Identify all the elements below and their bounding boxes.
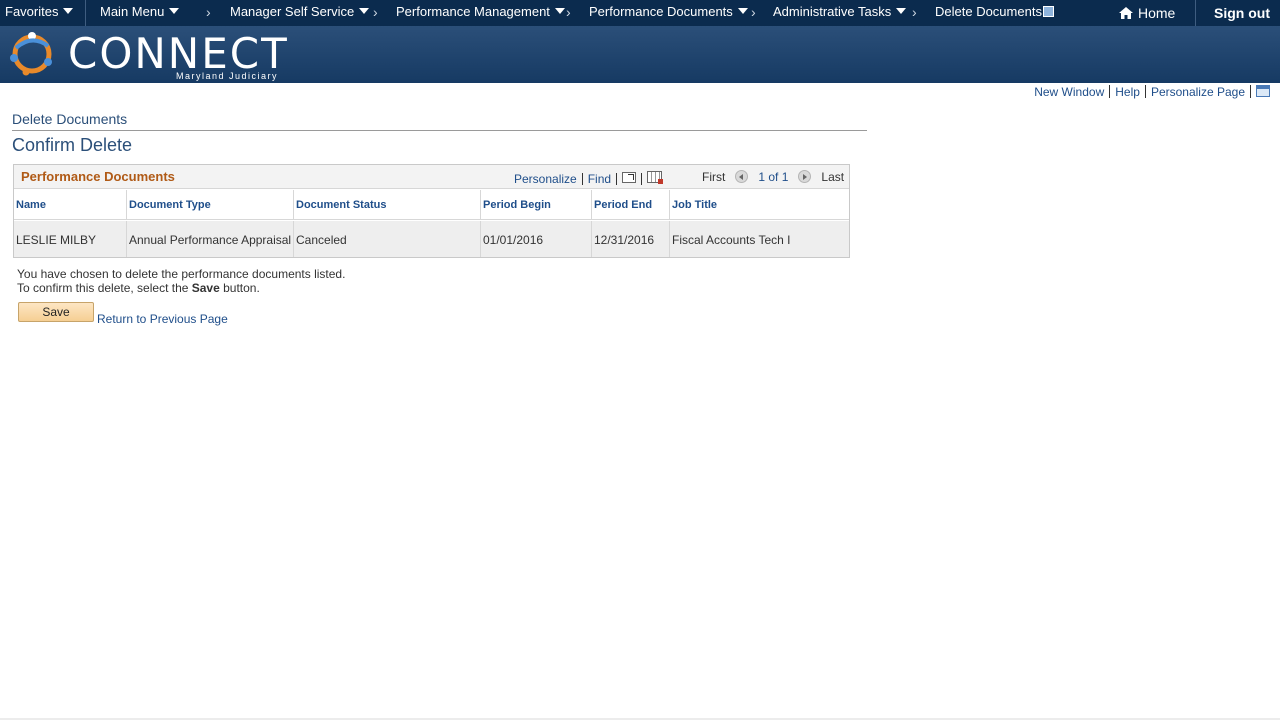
nav-favorites-label: Favorites (5, 4, 59, 19)
download-icon[interactable] (647, 171, 664, 184)
chevron-down-icon (737, 8, 748, 14)
new-window-link[interactable]: New Window (1034, 85, 1104, 99)
nav-performance-documents-label: Performance Documents (589, 4, 733, 19)
page-title: Confirm Delete (12, 135, 133, 155)
breadcrumb-separator-icon: › (751, 4, 756, 20)
cell-document-type: Annual Performance Appraisal (127, 221, 294, 257)
column-header-job-title[interactable]: Job Title (670, 190, 849, 220)
cell-name: LESLIE MILBY (14, 221, 127, 257)
connect-logo-icon (10, 32, 52, 76)
return-to-previous-page-link[interactable]: Return to Previous Page (97, 312, 228, 326)
column-header-name[interactable]: Name (14, 190, 127, 220)
cell-document-status: Canceled (294, 221, 481, 257)
grid-header: Performance Documents Personalize Find Fi… (14, 165, 849, 189)
message-line-1: You have chosen to delete the performanc… (17, 267, 346, 281)
tool-divider (641, 173, 643, 185)
home-icon (1119, 7, 1133, 19)
nav-main-menu-label: Main Menu (100, 4, 165, 19)
view-all-icon[interactable] (622, 172, 637, 183)
chevron-down-icon (554, 8, 565, 14)
link-divider (1144, 85, 1146, 98)
row-count: 1 of 1 (758, 170, 789, 184)
nav-manager-self-service[interactable]: Manager Self Service (230, 4, 370, 19)
personalize-link[interactable]: Personalize (514, 172, 577, 186)
cell-period-end: 12/31/2016 (592, 221, 670, 257)
column-header-period-end[interactable]: Period End (592, 190, 670, 220)
previous-icon[interactable] (735, 170, 749, 183)
breadcrumb-separator-icon: › (206, 4, 211, 20)
breadcrumb-separator-icon: › (373, 4, 378, 20)
header-banner: CONNECT Maryland Judiciary (0, 26, 1280, 83)
tool-divider (581, 173, 583, 185)
nav-favorites[interactable]: Favorites (5, 4, 74, 19)
cell-period-begin: 01/01/2016 (481, 221, 592, 257)
grid-title: Performance Documents (21, 169, 175, 184)
chevron-down-icon (63, 8, 74, 14)
nav-administrative-tasks[interactable]: Administrative Tasks (773, 4, 907, 19)
chevron-down-icon (169, 8, 180, 14)
help-link[interactable]: Help (1115, 85, 1140, 99)
personalize-page-link[interactable]: Personalize Page (1151, 85, 1245, 99)
page-icon (1042, 6, 1054, 17)
tool-divider (616, 173, 618, 185)
nav-divider (1195, 0, 1196, 26)
performance-documents-grid: Performance Documents Personalize Find Fi… (13, 164, 850, 258)
grid-pagination: First 1 of 1 Last (702, 170, 844, 184)
grid-toolbar: Personalize Find (514, 171, 664, 186)
nav-administrative-tasks-label: Administrative Tasks (773, 4, 892, 19)
last-link[interactable]: Last (821, 170, 844, 184)
save-button[interactable]: Save (18, 302, 94, 322)
find-link[interactable]: Find (588, 172, 611, 186)
home-label: Home (1138, 5, 1176, 21)
next-icon[interactable] (798, 170, 812, 183)
confirmation-message: You have chosen to delete the performanc… (17, 267, 345, 295)
nav-performance-documents[interactable]: Performance Documents (589, 4, 748, 19)
column-header-period-begin[interactable]: Period Begin (481, 190, 592, 220)
home-link[interactable]: Home (1118, 5, 1175, 21)
nav-performance-management[interactable]: Performance Management (396, 4, 565, 19)
column-header-document-status[interactable]: Document Status (294, 190, 481, 220)
nav-delete-documents[interactable]: Delete Documents (935, 4, 1054, 19)
message-save-emphasis: Save (191, 281, 220, 295)
page-layout-icon[interactable] (1256, 85, 1270, 97)
column-header-document-type[interactable]: Document Type (127, 190, 294, 220)
logo-subtitle: Maryland Judiciary (176, 71, 279, 81)
first-link[interactable]: First (702, 170, 725, 184)
nav-divider (85, 0, 86, 26)
nav-main-menu[interactable]: Main Menu (100, 4, 180, 19)
component-title: Delete Documents (12, 111, 128, 127)
nav-manager-self-service-label: Manager Self Service (230, 4, 355, 19)
chevron-down-icon (896, 8, 907, 14)
breadcrumb-separator-icon: › (912, 4, 917, 20)
link-divider (1109, 85, 1111, 98)
top-navigation-bar: Favorites Main Menu › Manager Self Servi… (0, 0, 1280, 26)
message-line-2-post: button. (219, 281, 260, 295)
nav-delete-documents-label: Delete Documents (935, 4, 1042, 19)
breadcrumb-separator-icon: › (566, 4, 571, 20)
cell-job-title: Fiscal Accounts Tech I (670, 221, 849, 257)
message-line-2-pre: To confirm this delete, select the (17, 281, 192, 295)
sign-out-link[interactable]: Sign out (1214, 5, 1270, 21)
link-divider (1250, 85, 1251, 98)
message-line-2: To confirm this delete, select the Save … (17, 281, 345, 295)
title-divider (12, 130, 867, 131)
nav-performance-management-label: Performance Management (396, 4, 550, 19)
page-links: New Window Help Personalize Page (1034, 85, 1270, 99)
chevron-down-icon (359, 8, 370, 14)
